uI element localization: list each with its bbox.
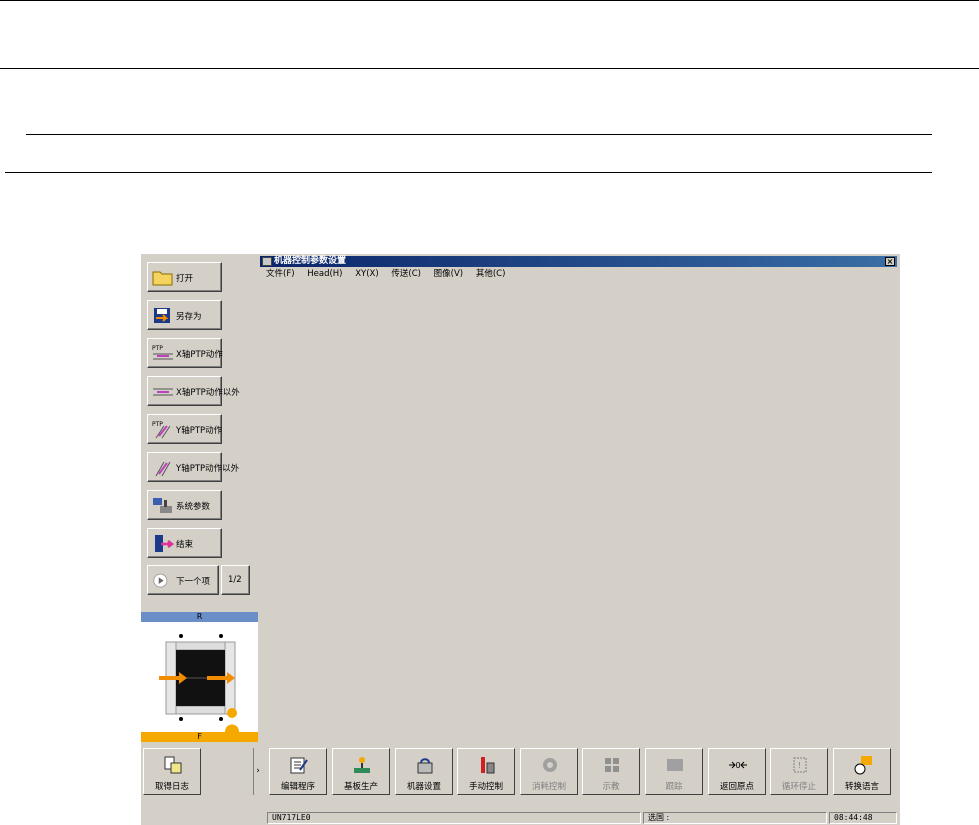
top-rule [0, 0, 979, 1]
status-selection: 选国 : [643, 812, 827, 824]
board-production-icon [354, 757, 370, 773]
front-label: F [141, 732, 258, 742]
cycle-stop-label: 循环停止 [781, 782, 816, 792]
menu-image[interactable]: 图像(V) [434, 269, 463, 279]
menu-head[interactable]: Head(H) [307, 269, 342, 279]
header-rule [0, 68, 979, 69]
svg-text:PTP: PTP [152, 421, 163, 428]
system-params-icon [153, 498, 172, 513]
open-label: 打开 [176, 274, 194, 284]
exit-label: 结束 [176, 540, 194, 550]
svg-text:PTP: PTP [152, 345, 163, 352]
menu-file[interactable]: 文件(F) [266, 269, 295, 279]
machine-settings-icon [417, 758, 433, 774]
machine-settings-button[interactable]: 机器设置 [395, 748, 453, 795]
consumable-control-button[interactable]: 消耗控制 [520, 748, 578, 795]
inner-rule-1 [26, 134, 932, 135]
rear-label: R [141, 612, 258, 622]
tracking-icon [667, 759, 683, 771]
switch-language-button[interactable]: 转换语言 [833, 748, 891, 795]
x-axis-other-label: X轴PTP动作以外 [176, 388, 240, 398]
open-button[interactable]: 打开 [147, 262, 222, 292]
menu-xy[interactable]: XY(X) [355, 269, 378, 279]
edit-program-button[interactable]: 编辑程序 [269, 748, 327, 795]
save-as-button[interactable]: 另存为 [147, 300, 222, 330]
inner-rule-2 [5, 172, 932, 173]
machine-settings-label: 机器设置 [406, 782, 441, 792]
save-as-label: 另存为 [176, 312, 202, 322]
work-area [260, 282, 897, 740]
return-origin-label: 返回原点 [719, 782, 754, 792]
log-icon [164, 756, 182, 774]
teach-grid-icon [605, 758, 619, 772]
exit-door-icon [155, 535, 174, 552]
gear-icon [543, 758, 557, 772]
x-axis-ptp-icon: PTP [152, 345, 173, 360]
x-axis-ptp-label: X轴PTP动作 [176, 350, 223, 360]
next-item-label: 下一个项 [176, 577, 211, 587]
cycle-stop-button[interactable]: ! 循环停止 [770, 748, 828, 795]
board-production-label: 基板生产 [343, 782, 378, 792]
edit-program-icon [290, 757, 308, 774]
play-circle-icon [153, 573, 168, 588]
switch-language-icon [854, 756, 872, 775]
application-window: 机器控制参数设置 × 文件(F) Head(H) XY(X) 传送(C) 图像(… [141, 254, 900, 825]
exit-button[interactable]: 结束 [147, 528, 222, 558]
window-title-bar: 机器控制参数设置 × [260, 256, 897, 267]
x-axis-other-button[interactable]: X轴PTP动作以外 [147, 376, 240, 406]
tracking-button[interactable]: 跟踪 [645, 748, 703, 795]
system-params-button[interactable]: 系统参数 [147, 490, 222, 520]
page-indicator-button[interactable]: 1/2 [221, 565, 250, 595]
y-axis-other-label: Y轴PTP动作以外 [176, 464, 240, 474]
y-axis-ptp-button[interactable]: PTP Y轴PTP动作 [147, 414, 222, 444]
edit-program-label: 编辑程序 [280, 782, 315, 792]
menu-bar: 文件(F) Head(H) XY(X) 传送(C) 图像(V) 其他(C) [260, 268, 897, 281]
system-params-label: 系统参数 [176, 502, 211, 512]
svg-text:!: ! [798, 761, 801, 770]
toolbar-scroll-arrow[interactable]: › [253, 748, 262, 795]
status-time: 08:44:48 [829, 812, 897, 824]
svg-text:0: 0 [736, 761, 741, 770]
y-axis-other-button[interactable]: Y轴PTP动作以外 [147, 452, 239, 482]
board-conveyor-diagram: R F [141, 612, 258, 742]
close-button[interactable]: × [885, 257, 895, 266]
x-axis-ptp-button[interactable]: PTP X轴PTP动作 [147, 338, 223, 368]
save-as-icon [154, 308, 170, 323]
tracking-label: 跟踪 [665, 782, 683, 792]
next-item-button[interactable]: 下一个项 [147, 565, 219, 595]
return-origin-button[interactable]: 0 返回原点 [708, 748, 766, 795]
y-axis-other-icon [155, 461, 171, 477]
get-log-button[interactable]: 取得日志 [143, 748, 201, 795]
return-origin-icon: 0 [729, 761, 747, 770]
menu-conveyor[interactable]: 传送(C) [391, 269, 421, 279]
folder-icon [152, 271, 173, 286]
y-axis-ptp-label: Y轴PTP动作 [176, 426, 223, 436]
x-axis-other-icon [153, 388, 173, 396]
teach-button[interactable]: 示教 [582, 748, 640, 795]
conveyor-board-icon [159, 634, 239, 732]
y-axis-ptp-icon: PTP [152, 421, 171, 439]
cycle-stop-icon: ! [793, 757, 807, 773]
page-indicator: 1/2 [228, 575, 242, 585]
board-production-button[interactable]: 基板生产 [332, 748, 390, 795]
manual-control-button[interactable]: 手动控制 [457, 748, 515, 795]
window-title: 机器控制参数设置 [274, 256, 347, 266]
app-icon [262, 257, 272, 266]
manual-control-icon [481, 757, 495, 774]
manual-control-label: 手动控制 [468, 782, 503, 792]
status-machine-id: UN717LE0 [267, 812, 641, 824]
get-log-label: 取得日志 [154, 782, 189, 792]
menu-other[interactable]: 其他(C) [476, 269, 506, 279]
teach-label: 示教 [602, 782, 620, 792]
consumable-control-label: 消耗控制 [531, 782, 566, 792]
switch-language-label: 转换语言 [844, 782, 879, 792]
